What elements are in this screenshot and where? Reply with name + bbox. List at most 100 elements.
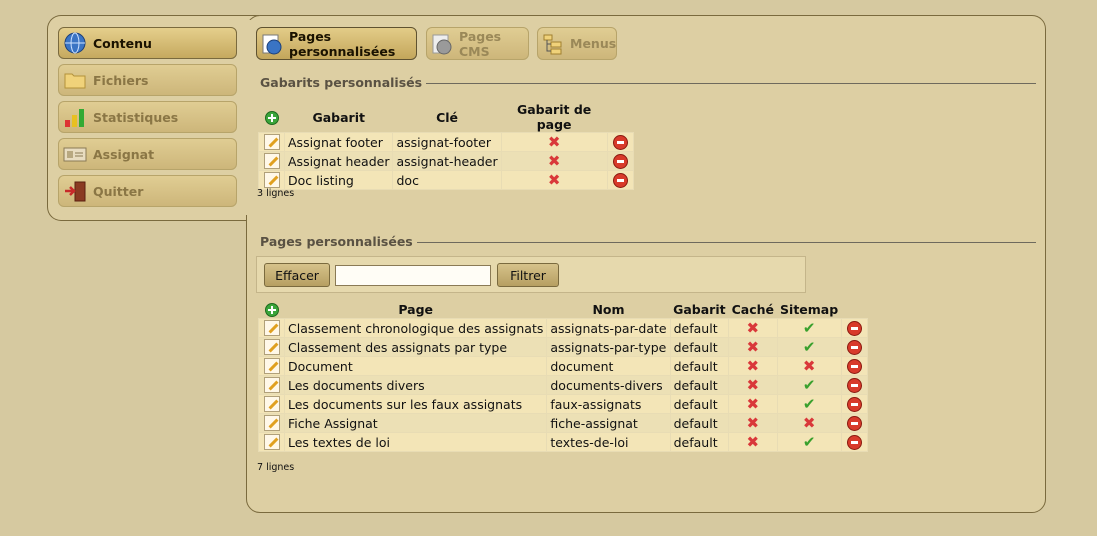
clear-button[interactable]: Effacer <box>264 263 330 287</box>
cross-icon: ✖ <box>547 170 561 189</box>
delete-icon[interactable] <box>612 154 628 169</box>
sidebar-item-assignat[interactable]: Assignat <box>58 138 237 170</box>
edit-icon[interactable] <box>263 396 280 413</box>
add-icon[interactable] <box>264 110 279 125</box>
cle-cell: assignat-header <box>392 151 502 171</box>
edit-icon[interactable] <box>263 153 280 170</box>
gabarit-cell: default <box>669 318 730 338</box>
edit-cell[interactable] <box>258 394 285 414</box>
delete-cell[interactable] <box>840 413 868 433</box>
sitemap-cell: ✔ <box>776 318 842 338</box>
edit-cell[interactable] <box>258 337 285 357</box>
edit-cell[interactable] <box>258 132 285 152</box>
edit-cell[interactable] <box>258 413 285 433</box>
page-cell: Les documents sur les faux assignats <box>283 394 548 414</box>
gabarits-table: Gabarit Clé Gabarit de page Assignat foo… <box>258 102 634 190</box>
cross-icon: ✖ <box>746 337 760 356</box>
filter-button[interactable]: Filtrer <box>497 263 559 287</box>
sidebar-item-fichiers[interactable]: Fichiers <box>58 64 237 96</box>
folder-icon <box>63 69 87 91</box>
column-header[interactable]: Page <box>285 300 547 319</box>
edit-icon[interactable] <box>263 377 280 394</box>
delete-cell[interactable] <box>840 337 868 357</box>
nom-cell: faux-assignats <box>546 394 671 414</box>
globe-page-icon <box>261 33 283 55</box>
edit-cell[interactable] <box>258 318 285 338</box>
delete-icon[interactable] <box>846 416 862 431</box>
tab-label: Menus <box>570 36 617 51</box>
sidebar-item-label: Statistiques <box>93 109 179 125</box>
table-row: Les documents divers documents-divers defa… <box>258 375 868 395</box>
sitemap-cell: ✔ <box>776 394 842 414</box>
panel-join <box>244 20 252 215</box>
table-row: Assignat footer assignat-footer ✖ <box>258 132 634 152</box>
table-row: Les textes de loi textes-de-loi default ✖ ✔ <box>258 432 868 452</box>
delete-cell[interactable] <box>840 375 868 395</box>
sidebar-item-contenu[interactable]: Contenu <box>58 27 237 59</box>
edit-cell[interactable] <box>258 432 285 452</box>
column-header[interactable]: Sitemap <box>777 300 841 319</box>
delete-icon[interactable] <box>612 135 628 150</box>
tab-menus[interactable]: Menus <box>537 27 617 60</box>
cle-cell: doc <box>392 170 502 190</box>
cross-icon: ✖ <box>746 318 760 337</box>
delete-cell[interactable] <box>840 394 868 414</box>
delete-cell[interactable] <box>606 132 634 152</box>
cross-icon: ✖ <box>746 394 760 413</box>
nom-cell: documents-divers <box>546 375 671 395</box>
column-header[interactable]: Nom <box>547 300 670 319</box>
table-row: Doc listing doc ✖ <box>258 170 634 190</box>
edit-cell[interactable] <box>258 375 285 395</box>
column-header[interactable]: Clé <box>393 102 501 133</box>
gabarit-cell: default <box>669 356 730 376</box>
tab-pages-cms[interactable]: Pages CMS <box>426 27 529 60</box>
delete-cell[interactable] <box>840 432 868 452</box>
sidebar-item-label: Quitter <box>93 183 144 199</box>
delete-icon[interactable] <box>846 340 862 355</box>
sidebar-item-label: Contenu <box>93 35 152 51</box>
delete-cell[interactable] <box>840 318 868 338</box>
cross-icon: ✖ <box>746 432 760 451</box>
gabarit-cell: default <box>669 394 730 414</box>
edit-icon[interactable] <box>263 134 280 151</box>
column-header[interactable]: Gabarit de page <box>501 102 607 133</box>
column-header[interactable]: Gabarit <box>670 300 729 319</box>
edit-icon[interactable] <box>263 320 280 337</box>
edit-icon[interactable] <box>263 434 280 451</box>
delete-icon[interactable] <box>846 359 862 374</box>
table-row: Assignat header assignat-header ✖ <box>258 151 634 171</box>
check-icon: ✔ <box>802 375 816 394</box>
page-cell: Les documents divers <box>283 375 548 395</box>
delete-icon[interactable] <box>846 378 862 393</box>
edit-icon[interactable] <box>263 339 280 356</box>
cache-cell: ✖ <box>728 356 778 376</box>
sitemap-cell: ✖ <box>776 413 842 433</box>
delete-cell[interactable] <box>840 356 868 376</box>
filter-input[interactable] <box>335 265 491 286</box>
delete-cell[interactable] <box>606 151 634 171</box>
delete-icon[interactable] <box>612 173 628 188</box>
delete-icon[interactable] <box>846 435 862 450</box>
edit-icon[interactable] <box>263 358 280 375</box>
tab-pages-personnalisees[interactable]: Pages personnalisées <box>256 27 417 60</box>
gabarit-page-cell: ✖ <box>500 132 608 152</box>
delete-cell[interactable] <box>606 170 634 190</box>
add-icon[interactable] <box>264 302 279 317</box>
cross-icon: ✖ <box>802 356 816 375</box>
edit-cell[interactable] <box>258 151 285 171</box>
nom-cell: assignats-par-type <box>546 337 671 357</box>
sidebar-item-statistiques[interactable]: Statistiques <box>58 101 237 133</box>
column-header[interactable]: Gabarit <box>285 102 393 133</box>
edit-icon[interactable] <box>263 415 280 432</box>
page-cell: Document <box>283 356 548 376</box>
sidebar-item-quitter[interactable]: Quitter <box>58 175 237 207</box>
edit-cell[interactable] <box>258 356 285 376</box>
delete-icon[interactable] <box>846 321 862 336</box>
column-header[interactable]: Caché <box>729 300 777 319</box>
gabarit-cell: Assignat footer <box>283 132 394 152</box>
edit-icon[interactable] <box>263 172 280 189</box>
cle-cell: assignat-footer <box>392 132 502 152</box>
edit-cell[interactable] <box>258 170 285 190</box>
delete-icon[interactable] <box>846 397 862 412</box>
menu-tree-icon <box>542 33 564 55</box>
